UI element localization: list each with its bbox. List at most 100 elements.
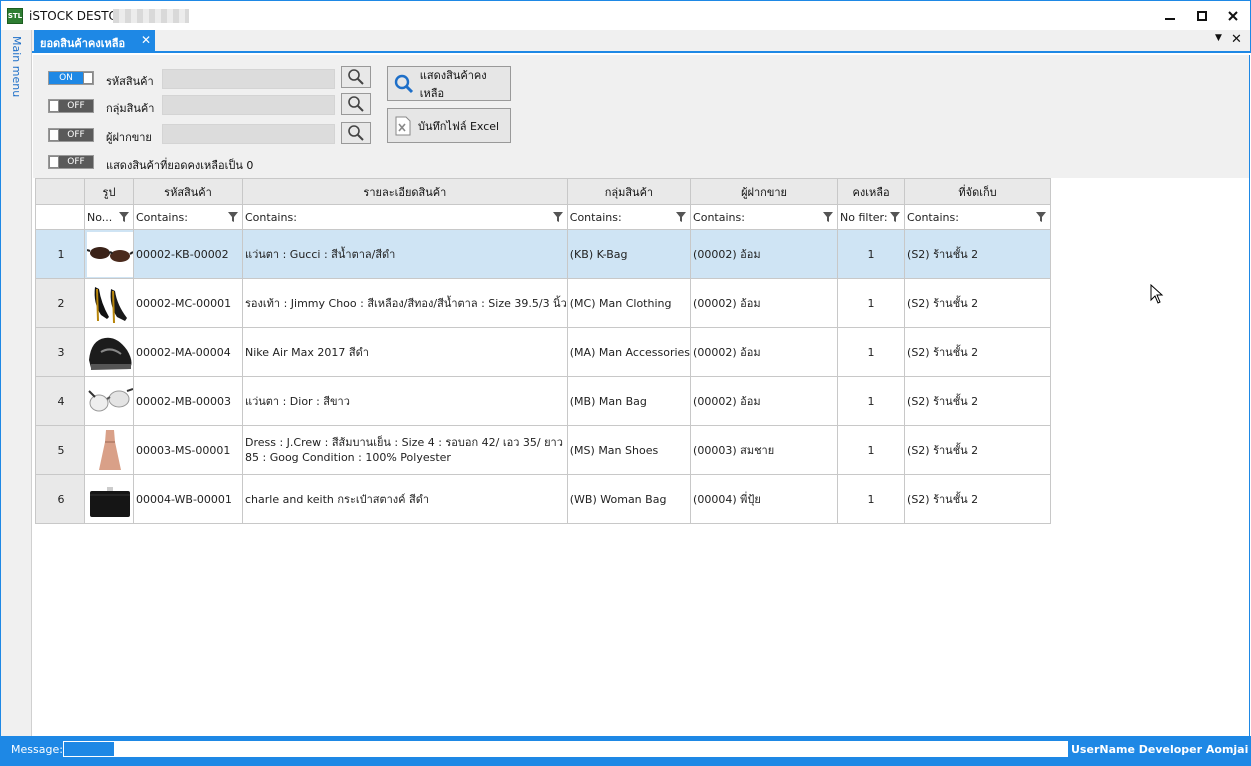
toggle-knob — [49, 100, 59, 112]
product-group-label: กลุ่มสินค้า — [106, 102, 155, 115]
dress-image — [87, 427, 133, 473]
table-row[interactable]: 2 00002-MC-00001 รองเท้า : Jimmy Choo : … — [35, 278, 1052, 328]
close-document-icon[interactable]: ✕ — [1231, 32, 1242, 47]
consignor-search-button[interactable] — [341, 122, 371, 144]
filter-operator: No filter: — [840, 210, 888, 224]
table-row[interactable]: 5 00003-MS-00001 Dress : J.Crew : สีส้มบ… — [35, 425, 1052, 475]
location-cell: (S2) ร้านชั้น 2 — [904, 376, 1052, 426]
consignor-input[interactable] — [162, 124, 335, 144]
product-group-cell: (MC) Man Clothing — [566, 278, 692, 328]
filter-icon[interactable] — [890, 212, 901, 222]
filter-icon[interactable] — [552, 212, 563, 222]
table-row[interactable]: 4 00002-MB-00003 แว่นตา : Dior : สีขาว (… — [35, 376, 1052, 426]
quantity-cell: 1 — [837, 474, 906, 524]
column-header-description[interactable]: รายละเอียดสินค้า — [242, 178, 568, 205]
filter-icon[interactable] — [676, 212, 687, 222]
message-label: Message: — [11, 743, 63, 756]
product-code-cell: 00002-MA-00004 — [133, 327, 243, 377]
close-icon — [1228, 11, 1238, 21]
toggle-state: OFF — [59, 100, 93, 112]
filter-cell-code[interactable]: Contains: — [133, 204, 243, 230]
consignor-cell: (00002) อ้อม — [690, 229, 839, 279]
tab-list-dropdown-icon[interactable]: ▼ — [1215, 33, 1222, 43]
row-number: 2 — [35, 278, 85, 328]
consignor-cell: (00003) สมชาย — [690, 425, 839, 475]
product-code-cell: 00004-WB-00001 — [133, 474, 243, 524]
filter-operator: Contains: — [693, 210, 745, 224]
product-image-cell — [84, 376, 134, 426]
table-row[interactable]: 6 00004-WB-00001 charle and keith กระเป๋… — [35, 474, 1052, 524]
row-number: 5 — [35, 425, 85, 475]
product-group-toggle[interactable]: OFF — [48, 99, 94, 113]
minimize-icon — [1165, 18, 1175, 20]
product-code-input[interactable] — [162, 69, 335, 89]
window-title: iSTOCK DESTOP — [29, 9, 126, 23]
column-header-consignor[interactable]: ผู้ฝากขาย — [690, 178, 839, 205]
consignor-toggle[interactable]: OFF — [48, 128, 94, 142]
product-description-cell: Dress : J.Crew : สีส้มบานเย็น : Size 4 :… — [242, 425, 568, 475]
table-row[interactable]: 3 00002-MA-00004 Nike Air Max 2017 สีดำ … — [35, 327, 1052, 377]
stock-grid: รูป รหัสสินค้า รายละเอียดสินค้า กลุ่มสิน… — [35, 178, 1052, 524]
filter-cell-description[interactable]: Contains: — [242, 204, 568, 230]
column-header-quantity[interactable]: คงเหลือ — [837, 178, 906, 205]
export-excel-button[interactable]: บันทึกไฟล์ Excel — [387, 108, 511, 143]
product-image-cell — [84, 474, 134, 524]
minimize-button[interactable] — [1154, 5, 1186, 27]
tab-label: ยอดสินค้าคงเหลือ — [40, 37, 126, 50]
filter-cell-location[interactable]: Contains: — [904, 204, 1052, 230]
white-sunglasses-image — [87, 378, 133, 424]
filter-operator: Contains: — [245, 210, 297, 224]
consignor-cell: (00002) อ้อม — [690, 278, 839, 328]
grid-header-row: รูป รหัสสินค้า รายละเอียดสินค้า กลุ่มสิน… — [35, 178, 1052, 205]
maximize-button[interactable] — [1186, 5, 1218, 27]
show-stock-button[interactable]: แสดงสินค้าคงเหลือ — [387, 66, 511, 101]
product-group-cell: (MA) Man Accessories — [566, 327, 692, 377]
user-info: UserName Developer Aomjai — [1071, 743, 1249, 756]
filter-icon[interactable] — [1036, 212, 1047, 222]
mouse-cursor-icon — [1150, 284, 1164, 304]
filter-cell-group[interactable]: Contains: — [566, 204, 692, 230]
main-menu-label[interactable]: Main menu — [10, 36, 23, 97]
product-code-toggle[interactable]: ON — [48, 71, 94, 85]
sunglasses-image — [87, 231, 133, 277]
filter-icon[interactable] — [228, 212, 238, 222]
table-row[interactable]: 1 00002-KB-00002 แว่นตา : Gucci : สีน้ำต… — [35, 229, 1052, 279]
main-menu-sidebar[interactable]: Main menu — [0, 30, 32, 736]
progress-bar-fill — [64, 742, 114, 756]
filter-cell-image[interactable]: No... — [84, 204, 134, 230]
tab-close-icon[interactable]: ✕ — [141, 33, 151, 47]
product-group-cell: (MS) Man Shoes — [566, 425, 692, 475]
show-stock-label: แสดงสินค้าคงเหลือ — [419, 68, 487, 100]
filter-icon[interactable] — [119, 212, 129, 222]
heels-image — [87, 280, 133, 326]
zero-balance-toggle[interactable]: OFF — [48, 155, 94, 169]
product-code-search-button[interactable] — [341, 66, 371, 88]
column-header-code[interactable]: รหัสสินค้า — [133, 178, 243, 205]
toggle-knob — [49, 156, 59, 168]
column-header-group[interactable]: กลุ่มสินค้า — [566, 178, 692, 205]
tab-stock-balance[interactable]: ยอดสินค้าคงเหลือ ✕ — [34, 30, 155, 53]
row-number: 3 — [35, 327, 85, 377]
product-image-cell — [84, 425, 134, 475]
message-box — [63, 741, 1068, 757]
product-description-cell: charle and keith กระเป๋าสตางค์ สีดำ — [242, 474, 568, 524]
filter-cell-quantity[interactable]: No filter: — [837, 204, 906, 230]
filter-cell-consignor[interactable]: Contains: — [690, 204, 839, 230]
location-cell: (S2) ร้านชั้น 2 — [904, 229, 1052, 279]
quantity-cell: 1 — [837, 327, 906, 377]
search-icon — [394, 74, 414, 93]
close-button[interactable] — [1217, 5, 1249, 27]
product-code-label: รหัสสินค้า — [106, 75, 154, 88]
product-group-search-button[interactable] — [341, 93, 371, 115]
product-group-input[interactable] — [162, 95, 335, 115]
filter-icon[interactable] — [823, 212, 834, 222]
product-description-cell: แว่นตา : Dior : สีขาว — [242, 376, 568, 426]
filter-operator: Contains: — [136, 210, 188, 224]
column-header-location[interactable]: ที่จัดเก็บ — [904, 178, 1052, 205]
quantity-cell: 1 — [837, 425, 906, 475]
title-bar: STL iSTOCK DESTOP — [0, 0, 1251, 30]
status-bar: Message: UserName Developer Aomjai — [0, 736, 1251, 766]
location-cell: (S2) ร้านชั้น 2 — [904, 425, 1052, 475]
column-header-image[interactable]: รูป — [84, 178, 134, 205]
toggle-knob — [49, 129, 59, 141]
